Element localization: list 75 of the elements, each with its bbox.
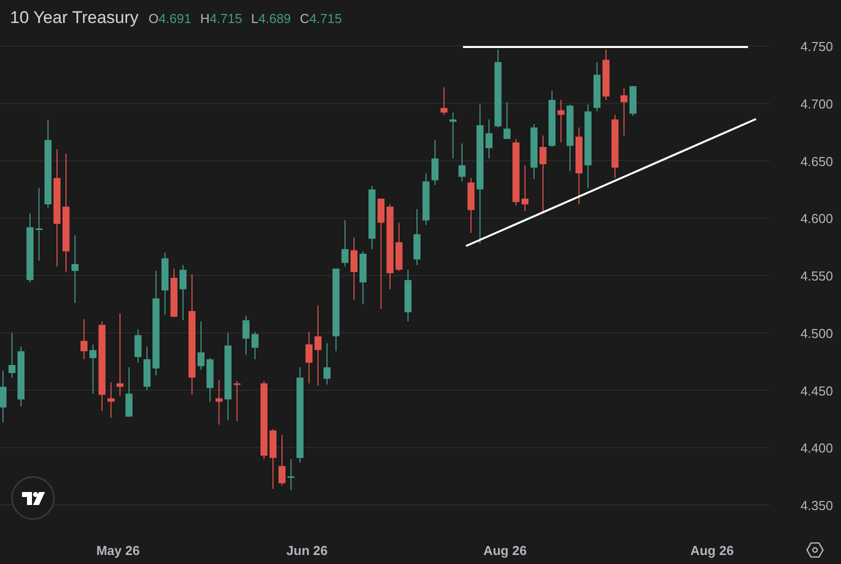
candlestick — [216, 379, 222, 426]
candlestick — [270, 428, 276, 490]
candlestick — [594, 62, 600, 112]
x-axis-label: Aug 26 — [690, 543, 734, 558]
ohlc-value: 4.689 — [258, 10, 291, 28]
ohlc-value: 4.691 — [158, 10, 192, 28]
candlestick — [350, 237, 358, 300]
y-axis-label: 4.450 — [800, 383, 833, 398]
candlestick — [26, 213, 34, 283]
settings-icon[interactable] — [806, 541, 824, 559]
candlestick — [558, 99, 564, 143]
logo-icon[interactable] — [11, 476, 55, 520]
candlestick — [234, 380, 240, 422]
y-axis-label: 4.400 — [800, 440, 833, 456]
ohlc-value: 4.715 — [309, 10, 342, 28]
candlestick — [530, 124, 538, 180]
candlestick — [162, 252, 168, 316]
candlestick — [630, 86, 636, 116]
candlestick — [504, 102, 510, 140]
candlestick — [90, 344, 96, 394]
candlestick — [134, 328, 142, 364]
candlestick — [620, 88, 628, 136]
candlestick — [342, 220, 348, 267]
candlestick — [80, 318, 88, 360]
ohlc-label: H — [200, 10, 210, 28]
candlestick — [522, 164, 528, 212]
candlestick — [360, 250, 366, 305]
candlestick — [198, 320, 204, 370]
x-axis-label: Aug 26 — [483, 543, 527, 558]
candlestick — [512, 138, 520, 206]
candlestick — [242, 315, 250, 356]
candlestick — [414, 208, 420, 266]
y-axis-label: 4.700 — [800, 96, 833, 112]
candlestick — [8, 332, 16, 378]
candlestick — [108, 382, 114, 418]
y-axis-label: 4.750 — [800, 39, 833, 54]
y-axis-label: 4.550 — [800, 268, 833, 284]
y-axis-label: 4.650 — [800, 154, 833, 169]
candlestick — [126, 366, 132, 418]
y-axis-label: 4.600 — [800, 211, 833, 226]
candlestick — [566, 104, 574, 172]
candlestick — [432, 140, 438, 186]
candlestick — [548, 90, 556, 148]
candlestick — [278, 434, 286, 486]
ohlc-label: C — [300, 10, 310, 28]
candlestick — [288, 458, 294, 491]
candlestick — [486, 118, 492, 159]
candlestick — [396, 222, 402, 272]
candlestick — [180, 264, 186, 321]
candlestick — [404, 269, 412, 322]
candlestick — [612, 114, 618, 178]
candlestick — [206, 358, 214, 402]
candlestick — [170, 268, 178, 318]
candlestick — [0, 370, 6, 423]
candlestick — [72, 234, 78, 304]
candlestick — [252, 331, 258, 360]
candlestick — [18, 346, 24, 407]
ohlc-label: O — [148, 10, 159, 28]
candlestick — [324, 342, 330, 386]
candlestick — [602, 48, 610, 100]
ohlc-label: L — [251, 10, 258, 28]
candlestick — [144, 346, 150, 391]
candlestick — [468, 177, 474, 234]
chart-title: 10 Year Treasury — [10, 7, 139, 29]
candlestick — [450, 112, 456, 159]
x-axis-label: Jun 26 — [286, 543, 328, 558]
candlestick — [422, 172, 430, 226]
y-axis-label: 4.350 — [800, 498, 833, 513]
x-axis-label: May 26 — [96, 543, 140, 558]
candlestick — [368, 186, 376, 250]
y-axis-label: 4.500 — [800, 326, 833, 341]
candlestick — [458, 143, 466, 182]
candlestick — [306, 331, 312, 384]
candlestick — [440, 86, 448, 116]
ohlc-value: 4.715 — [210, 10, 242, 28]
